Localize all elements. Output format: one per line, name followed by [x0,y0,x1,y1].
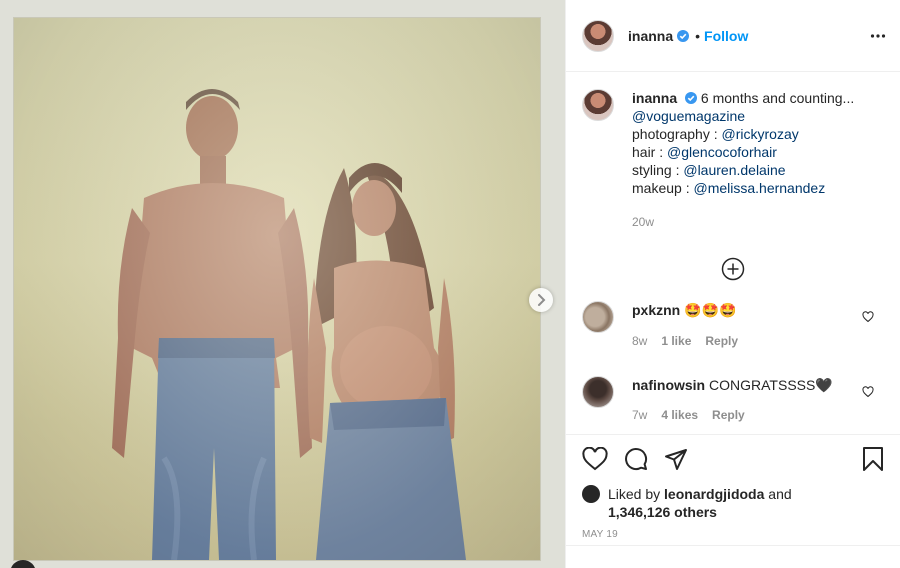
comment-body: pxkznn 🤩🤩🤩 8w 1 like Reply [632,301,738,350]
chevron-right-icon [538,294,546,306]
caption-avatar[interactable] [582,89,614,121]
commenter-avatar[interactable] [582,301,614,333]
comment-item: pxkznn 🤩🤩🤩 8w 1 like Reply [582,301,884,350]
liker-username[interactable]: leonardgjidoda [664,486,764,502]
comment-text: CONGRATSSSS🖤 [709,377,833,393]
plus-circle-icon[interactable] [721,257,745,281]
credit-prefix: makeup : [632,180,694,196]
comment-username[interactable]: nafinowsin [632,377,705,393]
separator-dot: • [695,27,701,44]
author-username[interactable]: inanna [628,28,673,44]
verified-badge-icon [677,29,690,42]
caption-username[interactable]: inanna [632,90,677,106]
comment-meta: 7w 4 likes Reply [632,406,833,424]
post-media-area [0,0,565,568]
comment-item: nafinowsin CONGRATSSSS🖤 7w 4 likes Reply [582,376,884,424]
comment-meta: 8w 1 like Reply [632,332,738,350]
liked-by-summary: Liked by leonardgjidoda and 1,346,126 ot… [582,485,884,521]
post-photo [14,18,540,560]
author-avatar[interactable] [582,19,614,52]
heart-icon[interactable] [862,386,874,398]
verified-badge-icon [685,92,698,104]
heart-icon[interactable] [582,447,608,471]
mention-link[interactable]: @rickyrozay [722,126,799,142]
caption-text: 6 months and counting... [700,90,855,106]
caption-age[interactable]: 20w [632,215,654,229]
share-icon[interactable] [664,447,688,471]
post-side-panel: inanna • Follow inanna 6 months and coun… [565,0,900,568]
floating-avatar [10,560,36,568]
caption-meta: 20w [632,213,854,231]
instagram-post-modal: inanna • Follow inanna 6 months and coun… [0,0,900,568]
comment-age[interactable]: 8w [632,334,647,348]
bookmark-icon[interactable] [862,447,884,471]
comment-icon[interactable] [624,447,648,471]
more-options-icon[interactable] [870,28,886,44]
next-photo-button[interactable] [529,288,553,312]
caption-credit-line: hair : @glencocoforhair [632,143,854,161]
caption-body: inanna 6 months and counting... @voguema… [632,89,854,231]
mention-link[interactable]: @voguemagazine [632,108,745,124]
action-icons [582,443,884,475]
commenter-avatar[interactable] [582,376,614,408]
mention-link[interactable]: @glencocoforhair [667,144,777,160]
comment-body: nafinowsin CONGRATSSSS🖤 7w 4 likes Reply [632,376,833,424]
comment-age[interactable]: 7w [632,408,647,422]
mention-link[interactable]: @lauren.delaine [683,162,785,178]
credit-prefix: hair : [632,144,668,160]
photo-vignette [14,18,540,560]
reply-button[interactable]: Reply [712,408,745,422]
comments-list[interactable]: inanna 6 months and counting... @voguema… [566,73,900,433]
caption-credit-line: @voguemagazine [632,107,854,125]
post-actions: Liked by leonardgjidoda and 1,346,126 ot… [566,434,900,540]
heart-icon[interactable] [862,311,874,323]
credit-prefix: styling : [632,162,684,178]
add-comment-divider [566,545,900,546]
liked-by-prefix: Liked by [608,486,665,502]
caption-credit-line: makeup : @melissa.hernandez [632,179,854,197]
caption-credit-line: photography : @rickyrozay [632,125,854,143]
comment-likes[interactable]: 4 likes [661,408,698,422]
follow-button[interactable]: Follow [704,28,748,44]
post-date[interactable]: MAY 19 [582,529,884,540]
mention-link[interactable]: @melissa.hernandez [693,180,825,196]
comment-text: 🤩🤩🤩 [684,303,737,319]
liker-avatar[interactable] [582,485,600,503]
reply-button[interactable]: Reply [705,334,738,348]
comment-username[interactable]: pxkznn [632,302,680,318]
post-header: inanna • Follow [566,0,900,72]
liked-by-middle: and [764,486,792,502]
credit-prefix: photography : [632,126,722,142]
comment-likes[interactable]: 1 like [661,334,691,348]
load-more-comments [582,257,884,281]
likes-count[interactable]: 1,346,126 others [608,504,717,520]
caption-row: inanna 6 months and counting... @voguema… [582,89,884,231]
liked-by-text[interactable]: Liked by leonardgjidoda and 1,346,126 ot… [608,485,792,521]
caption-credit-line: styling : @lauren.delaine [632,161,854,179]
